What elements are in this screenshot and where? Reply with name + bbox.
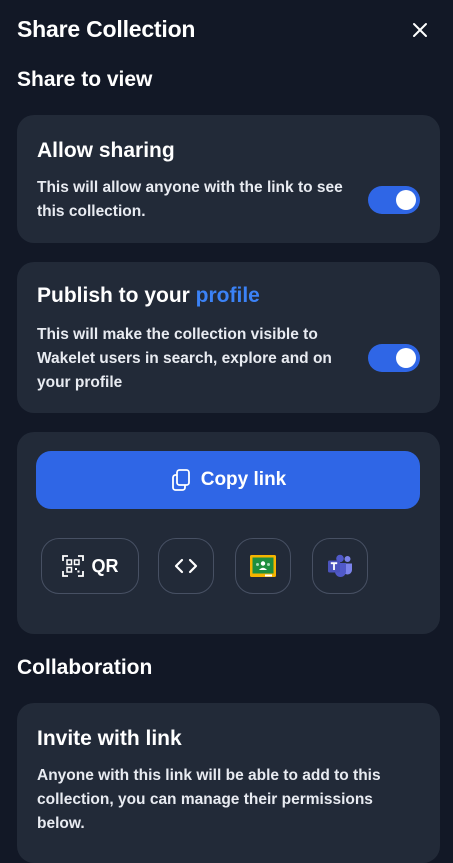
qr-code-icon [61,555,84,577]
allow-sharing-card: Allow sharing This will allow anyone wit… [17,115,440,243]
publish-description-line: your profile [37,374,123,391]
publish-toggle[interactable] [368,344,420,372]
invite-with-link-card: Invite with link Anyone with this link w… [17,703,440,863]
copy-link-button[interactable]: Copy link [36,451,420,509]
toggle-knob [396,190,416,210]
allow-sharing-title: Allow sharing [37,139,175,162]
close-button[interactable] [412,22,428,38]
allow-sharing-description-line: this collection. [37,203,146,220]
allow-sharing-toggle[interactable] [368,186,420,214]
google-classroom-icon [250,555,276,577]
publish-description: This will make the collection visible to… [37,323,332,395]
share-to-view-heading: Share to view [17,68,153,91]
dialog-header: Share Collection [17,14,436,46]
publish-title-prefix: Publish to your [37,284,196,307]
microsoft-teams-icon [328,554,352,577]
allow-sharing-description-line: This will allow anyone with the link to … [37,179,343,196]
google-classroom-button[interactable] [235,538,291,594]
toggle-knob [396,348,416,368]
embed-code-button[interactable] [158,538,214,594]
collaboration-heading: Collaboration [17,656,153,679]
invite-description-line: Anyone with this link will be able to ad… [37,767,381,784]
code-icon [174,558,198,574]
publish-description-line: Wakelet users in search, explore and on [37,350,332,367]
publish-profile-card: Publish to your profile This will make t… [17,262,440,413]
qr-label: QR [91,555,119,576]
copy-icon [171,469,190,491]
share-link-card: Copy link QR [17,432,440,634]
publish-description-line: This will make the collection visible to [37,326,318,343]
copy-link-label: Copy link [200,469,287,490]
invite-description: Anyone with this link will be able to ad… [37,764,381,836]
invite-title: Invite with link [37,727,182,750]
dialog-title: Share Collection [17,16,196,42]
qr-code-button[interactable]: QR [41,538,139,594]
microsoft-teams-button[interactable] [312,538,368,594]
close-icon [413,23,427,37]
publish-title: Publish to your profile [37,284,260,308]
invite-description-line: below. [37,815,85,832]
invite-description-line: collection, you can manage their permiss… [37,791,373,808]
allow-sharing-description: This will allow anyone with the link to … [37,176,343,224]
profile-link[interactable]: profile [196,284,260,307]
